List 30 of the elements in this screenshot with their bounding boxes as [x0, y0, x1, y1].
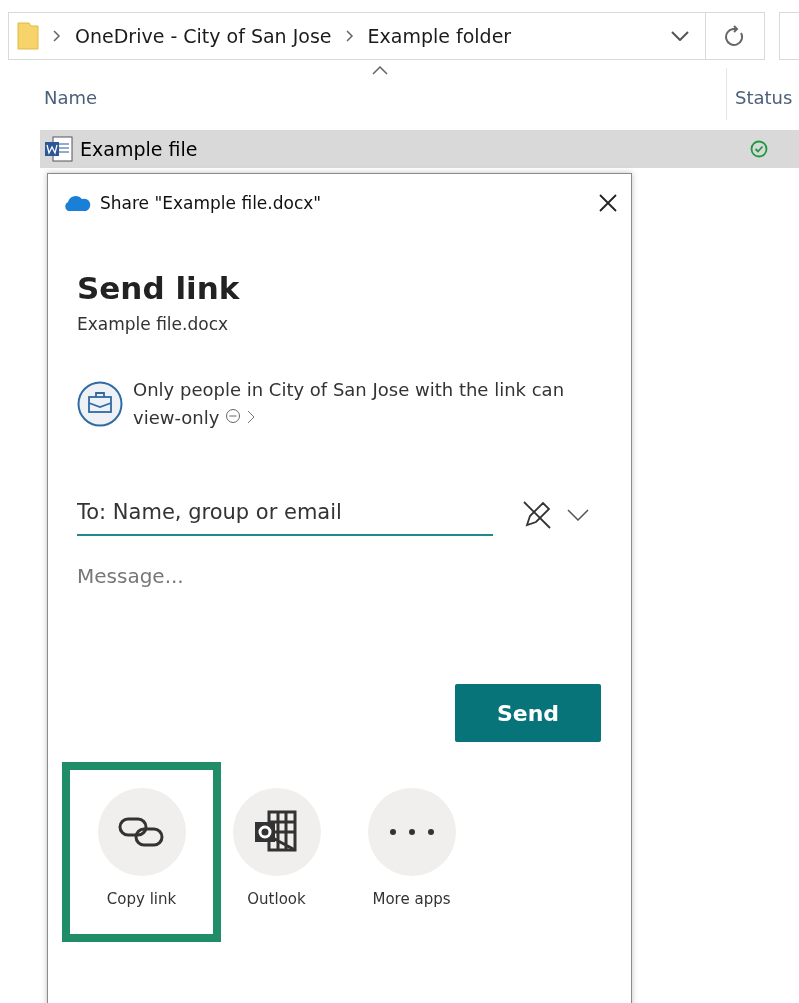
link-icon — [117, 816, 166, 848]
dialog-title: Share "Example file.docx" — [100, 193, 323, 213]
chevron-right-icon — [246, 410, 255, 424]
word-document-icon — [44, 136, 74, 162]
chevron-down-icon[interactable] — [567, 509, 589, 521]
permission-link[interactable]: Only people in City of San Jose with the link can view-only — [133, 376, 573, 432]
minus-circle-icon — [225, 408, 242, 424]
column-header[interactable]: Status — [726, 68, 799, 120]
address-bar[interactable]: OneDrive - City of San Jose Example folder — [8, 12, 766, 60]
chevron-right-icon — [345, 30, 354, 42]
cloud-icon — [62, 194, 92, 212]
chevron-right-icon — [53, 30, 61, 42]
close-icon[interactable] — [599, 194, 617, 212]
share-option[interactable]: Copy link — [62, 762, 221, 942]
more-icon — [388, 828, 435, 836]
file-name: Example file.docx — [77, 314, 230, 334]
briefcase-icon — [77, 381, 123, 427]
search-field[interactable] — [779, 12, 799, 60]
refresh-icon[interactable] — [725, 25, 746, 47]
pencil-off-icon[interactable] — [521, 499, 553, 531]
folder-icon — [17, 22, 39, 50]
file-name: Example file — [80, 138, 198, 160]
breadcrumb-item[interactable]: Example folder — [367, 25, 512, 47]
breadcrumb-item[interactable]: OneDrive - City of San Jose — [75, 25, 332, 47]
send-button[interactable]: Send — [455, 684, 601, 742]
dialog-heading: Send link — [77, 270, 241, 306]
chevron-down-icon[interactable] — [671, 31, 690, 41]
column-header[interactable]: Name — [36, 68, 726, 120]
file-row[interactable]: Example file — [40, 130, 799, 168]
sort-up-icon — [372, 66, 388, 75]
